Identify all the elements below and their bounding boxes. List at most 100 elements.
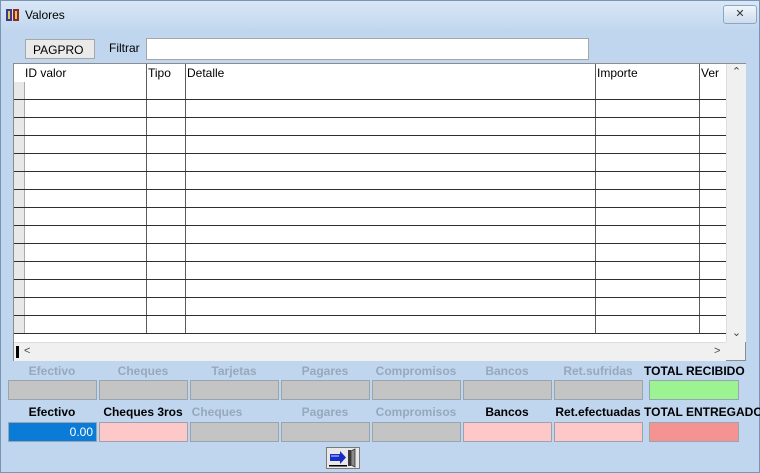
entregado-ret-efectuadas-field[interactable] (554, 422, 643, 442)
table-cell[interactable] (700, 244, 726, 261)
exit-button[interactable] (326, 447, 360, 469)
table-cell[interactable] (24, 298, 147, 315)
table-cell[interactable] (186, 82, 596, 99)
table-cell[interactable] (24, 100, 147, 117)
table-cell[interactable] (24, 154, 147, 171)
table-cell[interactable] (700, 172, 726, 189)
column-header-tipo[interactable]: Tipo (147, 64, 186, 82)
entregado-bancos-field[interactable] (463, 422, 552, 442)
table-row[interactable] (14, 298, 726, 316)
table-cell[interactable] (24, 172, 147, 189)
table-cell[interactable] (24, 316, 147, 333)
table-cell[interactable] (147, 100, 186, 117)
table-cell[interactable] (186, 208, 596, 225)
table-cell[interactable] (147, 244, 186, 261)
table-cell[interactable] (596, 298, 700, 315)
table-cell[interactable] (186, 136, 596, 153)
table-cell[interactable] (186, 100, 596, 117)
filter-input[interactable] (146, 38, 589, 60)
table-cell[interactable] (700, 118, 726, 135)
table-row[interactable] (14, 208, 726, 226)
table-row[interactable] (14, 172, 726, 190)
scroll-right-icon[interactable]: > (714, 345, 720, 357)
table-row[interactable] (14, 226, 726, 244)
table-cell[interactable] (596, 172, 700, 189)
valores-grid[interactable]: ID valor Tipo Detalle Importe Ver ⌃ ⌄ < … (13, 63, 746, 361)
table-cell[interactable] (700, 82, 726, 99)
scroll-up-icon[interactable]: ⌃ (727, 65, 746, 78)
table-cell[interactable] (186, 118, 596, 135)
table-row[interactable] (14, 280, 726, 298)
table-cell[interactable] (700, 208, 726, 225)
table-cell[interactable] (24, 190, 147, 207)
table-cell[interactable] (186, 298, 596, 315)
table-cell[interactable] (700, 262, 726, 279)
table-row[interactable] (14, 100, 726, 118)
table-cell[interactable] (24, 262, 147, 279)
table-cell[interactable] (596, 82, 700, 99)
table-cell[interactable] (147, 154, 186, 171)
table-cell[interactable] (24, 244, 147, 261)
table-cell[interactable] (147, 280, 186, 297)
scroll-down-icon[interactable]: ⌄ (727, 326, 746, 339)
horizontal-scrollbar[interactable]: < > (14, 342, 726, 361)
table-row[interactable] (14, 316, 726, 334)
table-cell[interactable] (24, 208, 147, 225)
table-cell[interactable] (147, 190, 186, 207)
vertical-scrollbar[interactable]: ⌃ ⌄ (726, 64, 746, 342)
table-cell[interactable] (147, 208, 186, 225)
table-row[interactable] (14, 244, 726, 262)
table-cell[interactable] (700, 226, 726, 243)
table-cell[interactable] (186, 154, 596, 171)
table-cell[interactable] (186, 280, 596, 297)
table-cell[interactable] (700, 136, 726, 153)
scroll-left-icon[interactable]: < (24, 345, 30, 357)
column-header-importe[interactable]: Importe (596, 64, 700, 82)
table-cell[interactable] (147, 82, 186, 99)
table-row[interactable] (14, 136, 726, 154)
entregado-cheques-3ros-field[interactable] (99, 422, 188, 442)
table-cell[interactable] (147, 172, 186, 189)
table-cell[interactable] (596, 100, 700, 117)
table-cell[interactable] (147, 298, 186, 315)
table-cell[interactable] (147, 136, 186, 153)
table-cell[interactable] (596, 244, 700, 261)
table-cell[interactable] (596, 262, 700, 279)
table-cell[interactable] (700, 100, 726, 117)
table-cell[interactable] (24, 226, 147, 243)
table-cell[interactable] (24, 280, 147, 297)
table-row[interactable] (14, 262, 726, 280)
table-cell[interactable] (186, 190, 596, 207)
table-cell[interactable] (596, 280, 700, 297)
table-cell[interactable] (700, 298, 726, 315)
table-cell[interactable] (596, 118, 700, 135)
table-cell[interactable] (186, 316, 596, 333)
table-row[interactable] (14, 82, 726, 100)
table-cell[interactable] (186, 262, 596, 279)
table-row[interactable] (14, 190, 726, 208)
table-cell[interactable] (186, 226, 596, 243)
table-cell[interactable] (147, 262, 186, 279)
table-cell[interactable] (186, 244, 596, 261)
table-cell[interactable] (700, 316, 726, 333)
table-cell[interactable] (596, 136, 700, 153)
table-cell[interactable] (147, 316, 186, 333)
column-header-id-valor[interactable]: ID valor (24, 64, 147, 82)
entregado-efectivo-field[interactable]: 0.00 (8, 422, 97, 442)
table-row[interactable] (14, 118, 726, 136)
table-cell[interactable] (700, 190, 726, 207)
table-cell[interactable] (596, 316, 700, 333)
table-cell[interactable] (596, 154, 700, 171)
table-cell[interactable] (596, 190, 700, 207)
column-header-detalle[interactable]: Detalle (186, 64, 596, 82)
close-button[interactable]: ✕ (723, 5, 757, 24)
table-cell[interactable] (186, 172, 596, 189)
table-cell[interactable] (596, 226, 700, 243)
table-cell[interactable] (24, 82, 147, 99)
table-cell[interactable] (596, 208, 700, 225)
table-cell[interactable] (24, 118, 147, 135)
column-header-ver[interactable]: Ver (700, 64, 726, 82)
table-row[interactable] (14, 154, 726, 172)
table-cell[interactable] (147, 118, 186, 135)
table-cell[interactable] (700, 154, 726, 171)
